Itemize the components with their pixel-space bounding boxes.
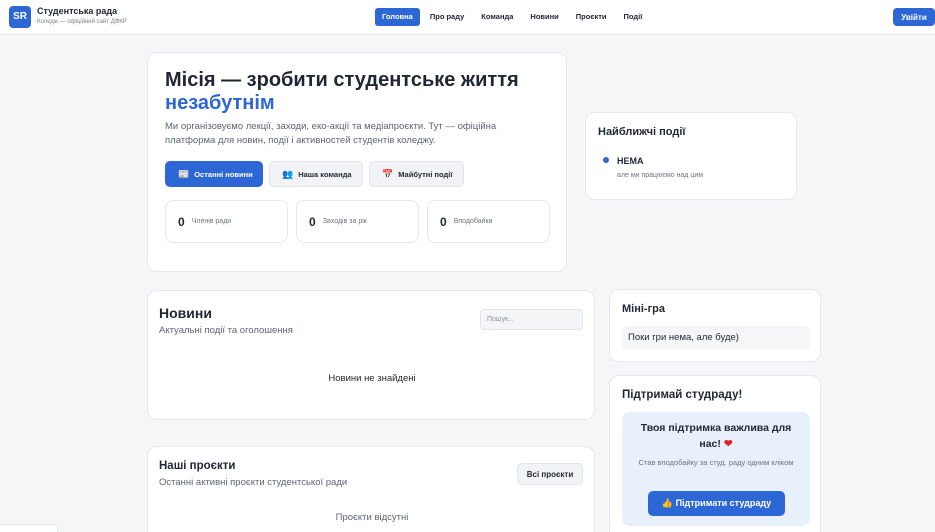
- events-title: Найближчі події: [598, 126, 686, 138]
- hero-title: Місія — зробити студентське життя незабу…: [165, 69, 545, 115]
- nav-home[interactable]: Головна: [375, 8, 420, 26]
- nav-news[interactable]: Новини: [523, 8, 565, 26]
- brand-title: Студентська рада: [37, 6, 118, 16]
- event-dot-icon: [603, 157, 609, 163]
- stat-likes-label: Вподобайки: [453, 218, 493, 225]
- latest-news-button[interactable]: 📰 Останні новини: [165, 161, 263, 187]
- support-title: Підтримай студраду!: [622, 389, 743, 401]
- login-button[interactable]: Увійти: [893, 8, 935, 26]
- thumbs-up-icon: 👍: [661, 498, 674, 508]
- nav-about[interactable]: Про раду: [423, 8, 471, 26]
- support-card: Підтримай студраду! Твоя підтримка важли…: [609, 375, 821, 532]
- nav-events[interactable]: Події: [617, 8, 650, 26]
- nav-projects[interactable]: Проєкти: [569, 8, 614, 26]
- upcoming-events-label: Майбутні події: [398, 169, 453, 179]
- projects-title: Наші проєкти: [159, 460, 236, 472]
- stat-events-value: 0: [309, 214, 316, 229]
- projects-empty-message: Проєкти відсутні: [335, 512, 409, 523]
- team-icon: 👥: [282, 168, 294, 179]
- news-card: Новини Актуальні події та оголошення Нов…: [147, 290, 595, 420]
- mini-game-card: Міні-гра Поки гри нема, але буде): [609, 289, 821, 362]
- bottom-left-widget: [0, 524, 58, 532]
- event-item-subtitle: але ми працюємо над цим: [617, 172, 704, 179]
- news-empty-message: Новини не знайдені: [328, 373, 416, 384]
- mini-game-placeholder: Поки гри нема, але буде): [622, 326, 810, 350]
- projects-subtitle: Останні активні проєкти студентської рад…: [159, 477, 348, 488]
- upcoming-events-card: Найближчі події НЕМА але ми працюємо над…: [585, 112, 797, 200]
- news-subtitle: Актуальні події та оголошення: [159, 325, 293, 336]
- support-button[interactable]: 👍 Підтримати студраду: [648, 491, 785, 516]
- projects-card: Наші проєкти Останні активні проєкти сту…: [147, 446, 595, 532]
- event-item-title: НЕМА: [617, 156, 644, 166]
- support-headline: Твоя підтримка важлива для нас! ❤: [634, 420, 798, 452]
- stat-members-value: 0: [178, 214, 185, 229]
- news-title: Новини: [159, 305, 212, 321]
- hero-title-accent: незабутнім: [165, 92, 275, 114]
- hero-title-main: Місія — зробити студентське життя: [165, 69, 519, 91]
- our-team-label: Наша команда: [298, 169, 352, 179]
- hero-card: Місія — зробити студентське життя незабу…: [147, 52, 567, 272]
- nav-team[interactable]: Команда: [474, 8, 520, 26]
- heart-icon: ❤: [723, 438, 733, 450]
- upcoming-events-button[interactable]: 📅 Майбутні події: [369, 161, 464, 187]
- all-projects-button[interactable]: Всі проєкти: [517, 463, 583, 485]
- stat-members-label: Членів ради: [191, 218, 232, 225]
- main-nav: Головна Про раду Команда Новини Проєкти …: [375, 8, 652, 26]
- brand-subtitle: Коледж — офіційний сайт ДФКР: [37, 19, 127, 25]
- support-button-label: Підтримати студраду: [675, 498, 772, 508]
- mini-game-title: Міні-гра: [622, 303, 666, 315]
- stat-members: 0 Членів ради: [165, 200, 288, 243]
- newspaper-icon: 📰: [178, 168, 190, 179]
- news-search-input[interactable]: [480, 309, 583, 330]
- support-box: Твоя підтримка важлива для нас! ❤ Став в…: [622, 412, 810, 526]
- stat-likes: 0 Вподобайки: [427, 200, 550, 243]
- hero-description: Ми організовуємо лекції, заходи, еко-акц…: [165, 121, 497, 146]
- support-headline-text: Твоя підтримка важлива для нас!: [640, 422, 792, 450]
- logo[interactable]: SR: [9, 6, 31, 28]
- stat-events-label: Заходів за рік: [322, 218, 367, 225]
- stat-likes-value: 0: [440, 214, 447, 229]
- calendar-icon: 📅: [382, 168, 394, 179]
- stat-events: 0 Заходів за рік: [296, 200, 419, 243]
- support-text: Став вподобайку за студ. раду одним клік…: [638, 458, 794, 467]
- top-navbar: SR Студентська рада Коледж — офіційний с…: [0, 0, 935, 35]
- our-team-button[interactable]: 👥 Наша команда: [269, 161, 363, 187]
- latest-news-label: Останні новини: [194, 169, 253, 179]
